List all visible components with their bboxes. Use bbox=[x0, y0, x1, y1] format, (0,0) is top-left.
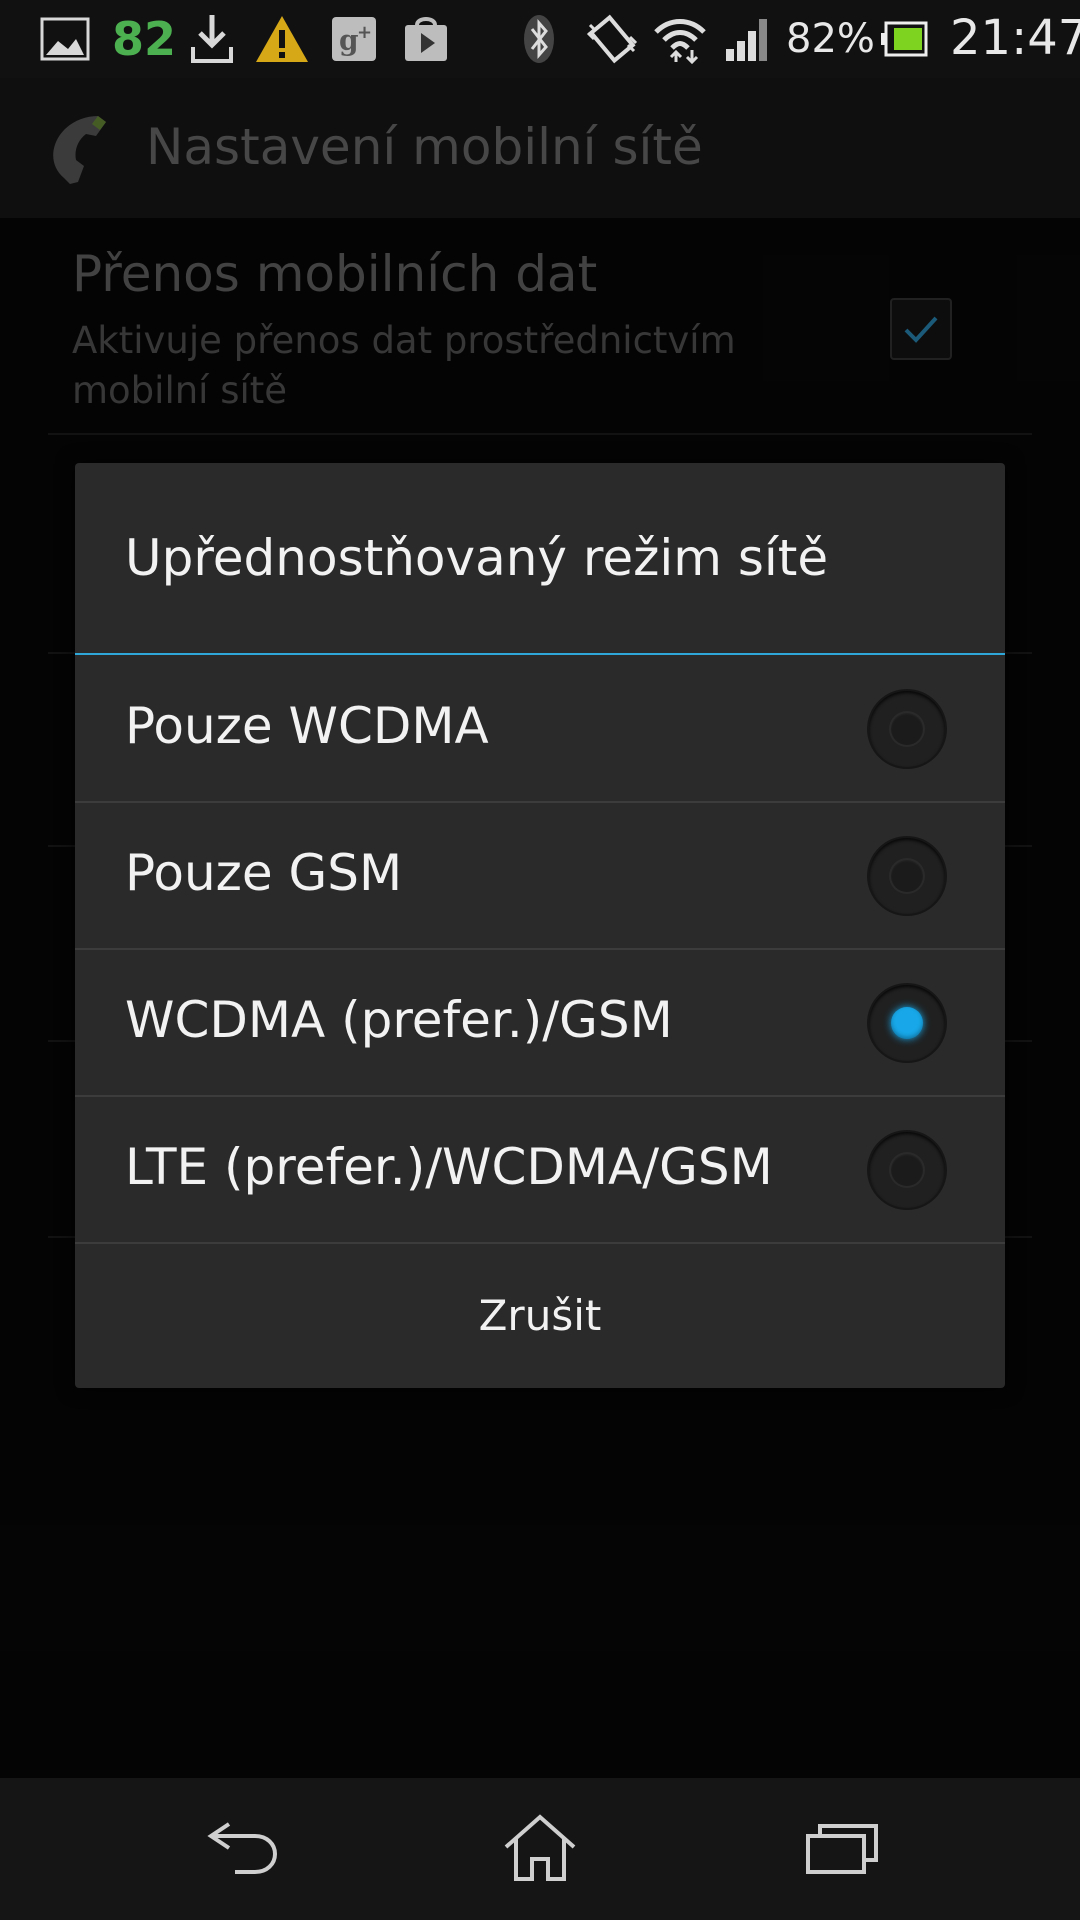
radio-button[interactable] bbox=[869, 838, 945, 914]
option-label: WCDMA (prefer.)/GSM bbox=[125, 991, 673, 1049]
navigation-bar bbox=[0, 1778, 1080, 1920]
recent-apps-icon[interactable] bbox=[797, 1808, 887, 1888]
back-icon[interactable] bbox=[196, 1808, 286, 1888]
clock: 21:47 bbox=[950, 10, 1080, 66]
notification-count: 82 bbox=[112, 12, 177, 66]
network-mode-dialog: Upřednostňovaný režim sítě Pouze WCDMA P… bbox=[75, 463, 1005, 1388]
cancel-button[interactable]: Zrušit bbox=[75, 1243, 1005, 1388]
radio-button[interactable] bbox=[869, 1132, 945, 1208]
battery-icon bbox=[880, 10, 928, 68]
screen: Nastavení mobilní sítě Přenos mobilních … bbox=[0, 0, 1080, 1920]
svg-text:+: + bbox=[357, 22, 372, 43]
option-label: Pouze WCDMA bbox=[125, 697, 489, 755]
svg-text:g: g bbox=[339, 24, 359, 57]
battery-percent: 82% bbox=[786, 16, 875, 62]
option-label: LTE (prefer.)/WCDMA/GSM bbox=[125, 1138, 773, 1196]
signal-icon bbox=[724, 10, 772, 68]
status-bar: 82 g + 82% 21:47 bbox=[0, 0, 1080, 78]
option-label: Pouze GSM bbox=[125, 844, 403, 902]
radio-button-selected[interactable] bbox=[869, 985, 945, 1061]
download-icon bbox=[188, 10, 236, 68]
dialog-title: Upřednostňovaný režim sítě bbox=[125, 529, 829, 587]
wifi-icon bbox=[652, 10, 708, 68]
gallery-icon bbox=[40, 10, 90, 68]
play-store-icon bbox=[402, 10, 450, 68]
bluetooth-icon bbox=[522, 10, 556, 68]
radio-button[interactable] bbox=[869, 691, 945, 767]
option-wcdma-preferred[interactable]: WCDMA (prefer.)/GSM bbox=[75, 949, 1005, 1097]
google-plus-icon: g + bbox=[330, 10, 378, 68]
option-wcdma-only[interactable]: Pouze WCDMA bbox=[75, 655, 1005, 803]
home-icon[interactable] bbox=[495, 1808, 585, 1888]
vibrate-icon bbox=[584, 10, 640, 68]
option-lte-preferred[interactable]: LTE (prefer.)/WCDMA/GSM bbox=[75, 1096, 1005, 1244]
warning-icon bbox=[254, 10, 310, 68]
option-gsm-only[interactable]: Pouze GSM bbox=[75, 802, 1005, 950]
